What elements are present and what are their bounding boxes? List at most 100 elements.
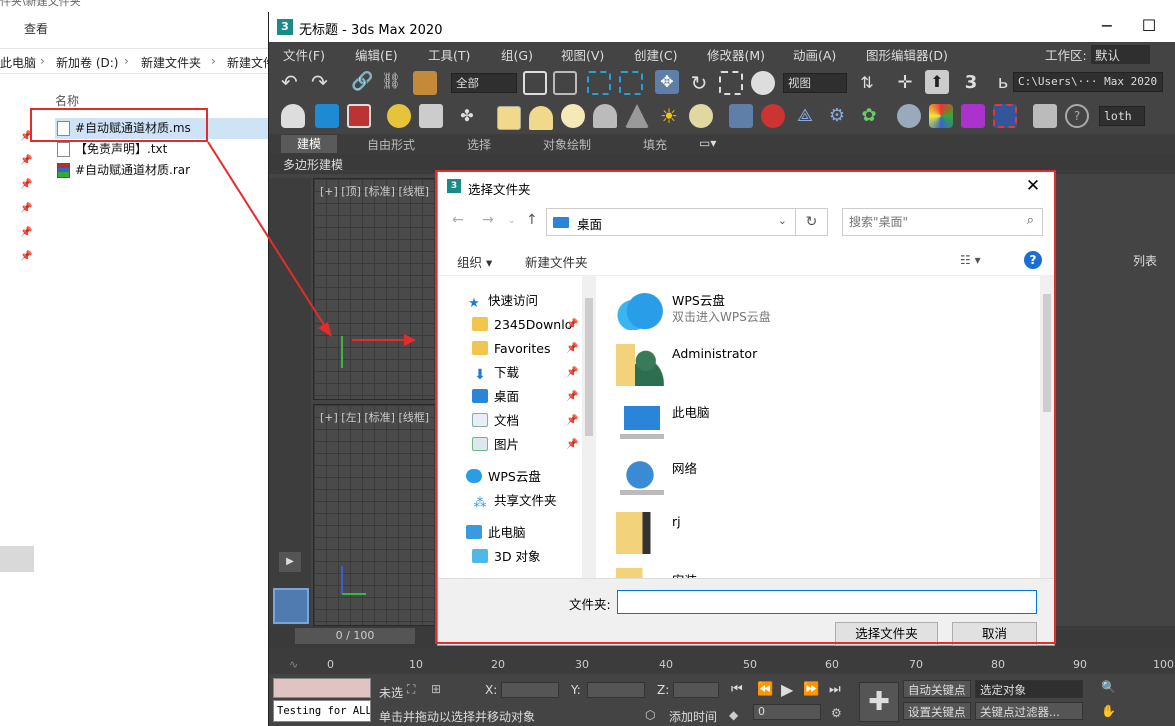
rect-selection-icon[interactable]: [587, 71, 611, 95]
tab-object-paint[interactable]: 对象绘制: [543, 136, 591, 153]
teapot-icon[interactable]: [281, 104, 305, 128]
plane-icon[interactable]: [497, 106, 521, 130]
ref-coord-dropdown[interactable]: 视图: [783, 73, 847, 93]
tab-modeling[interactable]: 建模: [281, 135, 338, 153]
viewport-layout-icon[interactable]: [273, 588, 309, 624]
column-header-name[interactable]: 名称: [55, 92, 79, 109]
hierarchy-icon[interactable]: ⟁: [793, 104, 817, 128]
file-row[interactable]: 【免责声明】.txt: [55, 139, 270, 160]
add-time-tag[interactable]: 添加时间: [669, 708, 717, 725]
hemisphere-icon[interactable]: [529, 106, 553, 130]
modifier-list-label[interactable]: 列表: [1133, 252, 1157, 269]
goto-end-icon[interactable]: ⏭: [829, 682, 841, 697]
ribbon-options-icon[interactable]: ▭▾: [699, 136, 716, 150]
time-slider[interactable]: 0 / 100: [295, 628, 415, 644]
redo-icon[interactable]: ↷: [311, 71, 335, 95]
file-row[interactable]: #自动赋通道材质.rar: [55, 160, 270, 181]
frame-spin-icon[interactable]: ◆: [729, 708, 738, 722]
play-icon[interactable]: ▶: [781, 680, 793, 699]
help-icon[interactable]: ?: [1065, 104, 1089, 128]
track-bar[interactable]: ∿ 0 10 20 30 40 50 60 70 80 90 100: [269, 648, 1175, 674]
menu-create[interactable]: 创建(C): [634, 45, 677, 64]
set-key-icon[interactable]: ✚: [859, 682, 899, 722]
menu-graph-editors[interactable]: 图形编辑器(D): [866, 45, 948, 64]
selection-filter-dropdown[interactable]: 全部: [451, 73, 517, 93]
select-by-name-icon[interactable]: [553, 71, 577, 95]
add-time-tag-icon[interactable]: ⬡: [645, 708, 655, 722]
set-key-button[interactable]: 设置关键点: [903, 702, 971, 720]
viewport-left-label[interactable]: [+] [左] [标准] [线框]: [320, 409, 429, 425]
loth-field[interactable]: loth: [1099, 106, 1145, 126]
camera-icon[interactable]: [419, 104, 443, 128]
maxscript-mini-listener[interactable]: Testing for ALL: [273, 700, 371, 722]
workspace-dropdown[interactable]: 默认: [1091, 45, 1151, 64]
tab-populate[interactable]: 填充: [643, 136, 667, 153]
pan-icon[interactable]: ✋: [1101, 704, 1116, 718]
ribbon-view-tab[interactable]: 查看: [24, 20, 48, 37]
color-palette-icon[interactable]: [929, 104, 953, 128]
poly-modeling-label[interactable]: 多边形建模: [283, 156, 343, 173]
gear-icon[interactable]: ⚙: [825, 104, 849, 128]
snap-3d-icon[interactable]: 3: [959, 71, 983, 95]
menu-tools[interactable]: 工具(T): [428, 45, 470, 64]
tab-selection[interactable]: 选择: [467, 136, 491, 153]
sphere-icon[interactable]: [561, 104, 585, 128]
bind-space-warp-icon[interactable]: [413, 71, 437, 95]
project-path-dropdown[interactable]: C:\Users\··· Max 2020: [1013, 72, 1163, 92]
pivot-icon[interactable]: ⇅: [855, 71, 879, 95]
placement-icon[interactable]: [751, 71, 775, 95]
torus-icon[interactable]: [689, 104, 713, 128]
coord-y-field[interactable]: [587, 682, 645, 698]
goto-start-icon[interactable]: ⏮: [731, 682, 743, 697]
prev-frame-icon[interactable]: ⏪: [757, 682, 773, 697]
lock-selection-icon[interactable]: ⛶: [407, 682, 415, 697]
absolute-mode-icon[interactable]: ⊞: [431, 682, 441, 696]
select-object-icon[interactable]: [523, 71, 547, 95]
coord-x-field[interactable]: [501, 682, 559, 698]
key-filters-button[interactable]: 关键点过滤器...: [975, 702, 1083, 720]
selected-object-dropdown[interactable]: 选定对象: [975, 680, 1083, 698]
window-crossing-icon[interactable]: [619, 71, 643, 95]
light-icon[interactable]: [387, 104, 411, 128]
menu-modifiers[interactable]: 修改器(M): [707, 45, 765, 64]
keyboard-shortcut-icon[interactable]: ⬆: [925, 70, 949, 94]
menu-group[interactable]: 组(G): [501, 45, 533, 64]
breadcrumb[interactable]: 此电脑 › 新加卷 (D:) › 新建文件夹 › 新建文件: [0, 48, 270, 74]
menu-view[interactable]: 视图(V): [561, 45, 604, 64]
move-icon[interactable]: ✥: [655, 70, 679, 94]
play-side-icon[interactable]: ▶: [279, 552, 301, 572]
unlink-icon[interactable]: ⛓: [381, 71, 405, 95]
sun-icon[interactable]: ☀: [657, 104, 681, 128]
time-config-icon[interactable]: ⚙: [831, 706, 842, 720]
cone-icon[interactable]: [625, 104, 649, 128]
link-icon[interactable]: 🔗: [351, 71, 375, 95]
viewport-top-label[interactable]: [+] [顶] [标准] [线框]: [320, 183, 429, 199]
menu-animation[interactable]: 动画(A): [793, 45, 836, 64]
current-frame-field[interactable]: 0: [753, 704, 821, 720]
maximize-button[interactable]: ☐: [1129, 15, 1169, 39]
rotate-icon[interactable]: ↻: [687, 71, 711, 95]
scale-icon[interactable]: [719, 71, 743, 95]
helper-icon[interactable]: ✤: [455, 104, 479, 128]
maxscript-listener-input[interactable]: [273, 678, 371, 698]
minimize-button[interactable]: −: [1087, 15, 1127, 39]
coord-z-field[interactable]: [673, 682, 719, 698]
menu-edit[interactable]: 编辑(E): [355, 45, 398, 64]
clipboard-icon[interactable]: [1033, 104, 1057, 128]
zoom-icon[interactable]: 🔍: [1101, 680, 1116, 694]
array-icon[interactable]: [729, 104, 753, 128]
menu-file[interactable]: 文件(F): [283, 45, 325, 64]
breadcrumb-item[interactable]: 新加卷 (D:): [56, 54, 118, 71]
tab-freeform[interactable]: 自由形式: [367, 136, 415, 153]
render-region-icon[interactable]: [993, 104, 1017, 128]
select-manipulate-icon[interactable]: ✛: [893, 71, 917, 95]
shaded-sphere-icon[interactable]: [897, 104, 921, 128]
auto-key-button[interactable]: 自动关键点: [903, 680, 971, 698]
geosphere-icon[interactable]: [593, 104, 617, 128]
breadcrumb-item[interactable]: 此电脑: [0, 54, 36, 71]
render-setup-icon[interactable]: [347, 104, 371, 128]
material-editor-icon[interactable]: [315, 104, 339, 128]
render-frame-icon[interactable]: [961, 104, 985, 128]
breadcrumb-item[interactable]: 新建文件夹: [141, 54, 201, 71]
particle-icon[interactable]: [761, 104, 785, 128]
